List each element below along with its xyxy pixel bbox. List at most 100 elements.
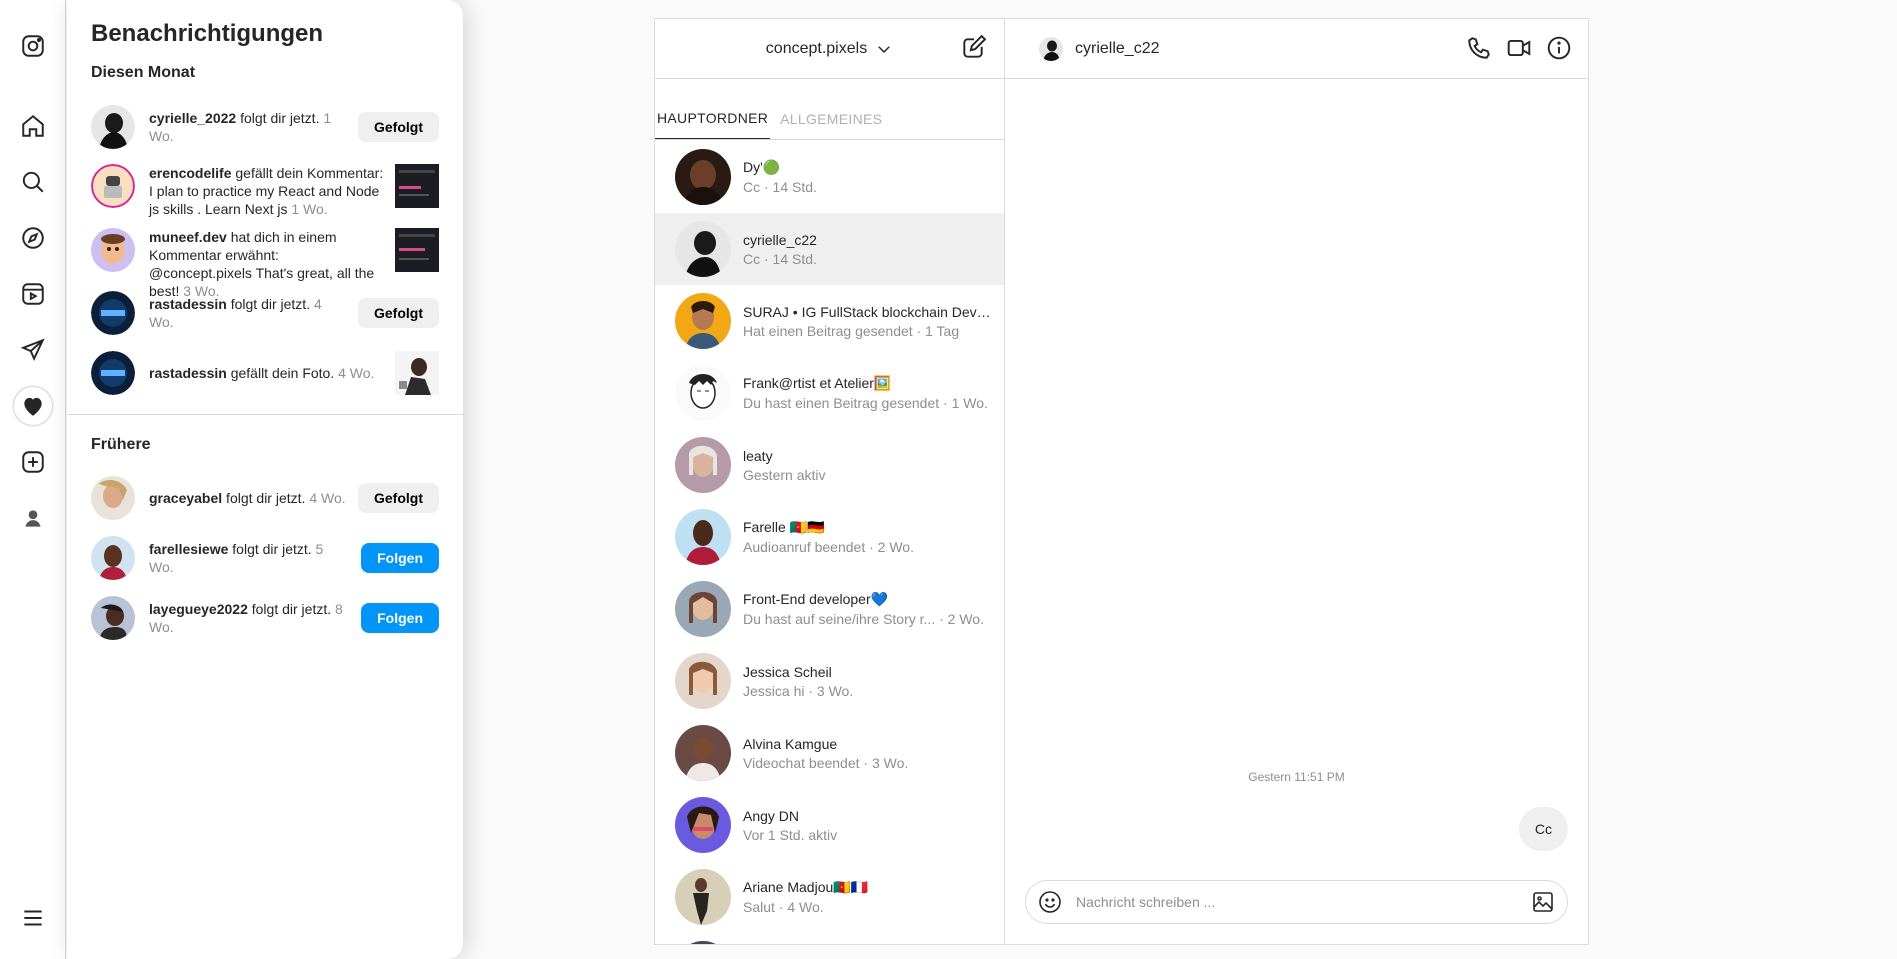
notifications-panel: Benachrichtigungen Diesen Monat cyrielle… bbox=[67, 0, 463, 959]
avatar[interactable] bbox=[91, 105, 135, 149]
username-link[interactable]: graceyabel bbox=[149, 490, 222, 506]
this-month-heading: Diesen Monat bbox=[91, 64, 196, 81]
post-thumbnail[interactable] bbox=[395, 164, 439, 208]
username-link[interactable]: farellesiewe bbox=[149, 541, 228, 557]
notifications-heart-icon[interactable] bbox=[13, 386, 53, 426]
direct-messages-icon[interactable] bbox=[13, 330, 53, 370]
notification-text: farellesiewe folgt dir jetzt. 5 Wo. bbox=[149, 540, 351, 576]
conversation-item[interactable]: Frank@rtist et Atelier🖼️ Du hast einen Be… bbox=[655, 357, 1004, 429]
search-icon[interactable] bbox=[13, 162, 53, 202]
notification-item[interactable]: farellesiewe folgt dir jetzt. 5 Wo. Folg… bbox=[91, 536, 439, 580]
notification-message: folgt dir jetzt. bbox=[228, 541, 316, 557]
username-link[interactable]: rastadessin bbox=[149, 365, 227, 381]
conversation-preview: Du hast auf seine/ihre Story r... · 2 Wo… bbox=[743, 611, 984, 627]
chevron-down-icon bbox=[878, 45, 890, 53]
tab-primary[interactable]: HAUPTORDNER bbox=[655, 110, 771, 139]
username-link[interactable]: rastadessin bbox=[149, 296, 227, 312]
follow-button[interactable]: Folgen bbox=[361, 603, 439, 633]
folder-tabs: HAUPTORDNER ALLGEMEINES bbox=[655, 79, 1004, 140]
section-divider bbox=[67, 414, 463, 415]
username-link[interactable]: layegueye2022 bbox=[149, 601, 248, 617]
avatar bbox=[675, 509, 731, 565]
conversation-name: Jessica Scheil bbox=[743, 663, 832, 680]
image-upload-icon[interactable] bbox=[1531, 890, 1555, 914]
conversation-item[interactable]: Dy'🟢 Cc · 14 Std. bbox=[655, 141, 1004, 213]
notification-item[interactable]: cyrielle_2022 folgt dir jetzt. 1 Wo. Gef… bbox=[91, 105, 439, 149]
avatar bbox=[675, 365, 731, 421]
notification-text: rastadessin gefällt dein Foto. 4 Wo. bbox=[149, 364, 385, 382]
menu-icon[interactable] bbox=[13, 898, 53, 938]
notification-text: rastadessin folgt dir jetzt. 4 Wo. bbox=[149, 295, 348, 331]
post-thumbnail[interactable] bbox=[395, 228, 439, 272]
account-switcher[interactable]: concept.pixels bbox=[766, 40, 893, 58]
avatar bbox=[675, 653, 731, 709]
following-button[interactable]: Gefolgt bbox=[358, 298, 439, 328]
phone-icon[interactable] bbox=[1466, 35, 1492, 61]
message-bubble[interactable]: Cc bbox=[1518, 807, 1568, 851]
conversation-preview: Vor 1 Std. aktiv bbox=[743, 826, 838, 843]
notification-message: folgt dir jetzt. bbox=[222, 490, 310, 506]
notification-message: folgt dir jetzt. bbox=[247, 601, 336, 617]
message-input[interactable] bbox=[1076, 894, 1531, 910]
conversation-preview: Cc · 14 Std. bbox=[743, 179, 817, 195]
reels-icon[interactable] bbox=[13, 274, 53, 314]
conversation-item[interactable]: Front-End developer💙 Du hast auf seine/ih… bbox=[655, 573, 1004, 645]
conversation-item[interactable]: cyrielle_c22 Cc · 14 Std. bbox=[655, 213, 1004, 285]
avatar bbox=[675, 437, 731, 493]
chat-partner-name[interactable]: cyrielle_c22 bbox=[1075, 40, 1159, 58]
username-link[interactable]: erencodelife bbox=[149, 165, 231, 181]
avatar[interactable] bbox=[1039, 36, 1063, 61]
conversation-item[interactable]: Farelle 🇨🇲🇩🇪 Audioanruf beendet · 2 Wo. bbox=[655, 501, 1004, 573]
avatar bbox=[675, 869, 731, 925]
home-icon[interactable] bbox=[13, 106, 53, 146]
new-message-icon[interactable] bbox=[960, 35, 986, 61]
follow-button[interactable]: Folgen bbox=[361, 543, 439, 573]
notification-message: folgt dir jetzt. bbox=[236, 110, 324, 126]
video-call-icon[interactable] bbox=[1506, 35, 1532, 61]
tab-general[interactable]: ALLGEMEINES bbox=[778, 111, 884, 139]
emoji-icon[interactable] bbox=[1038, 890, 1062, 914]
message-composer bbox=[1025, 880, 1568, 924]
conversation-item[interactable]: leaty Gestern aktiv bbox=[655, 429, 1004, 501]
avatar[interactable] bbox=[91, 228, 135, 272]
create-icon[interactable] bbox=[13, 442, 53, 482]
conversation-preview: Salut · 4 Wo. bbox=[743, 899, 824, 915]
notification-item[interactable]: erencodelife gefällt dein Kommentar: I p… bbox=[91, 164, 439, 218]
chat-header: cyrielle_c22 bbox=[1005, 19, 1588, 79]
conversation-item[interactable] bbox=[655, 933, 1004, 944]
notification-item[interactable]: rastadessin folgt dir jetzt. 4 Wo. Gefol… bbox=[91, 291, 439, 335]
info-icon[interactable] bbox=[1546, 35, 1572, 61]
post-thumbnail[interactable] bbox=[395, 351, 439, 395]
avatar[interactable] bbox=[91, 291, 135, 335]
following-button[interactable]: Gefolgt bbox=[358, 483, 439, 513]
avatar[interactable] bbox=[91, 164, 135, 208]
left-navigation-rail bbox=[0, 0, 66, 959]
earlier-heading: Frühere bbox=[91, 436, 151, 453]
conversation-item[interactable]: Angy DN Vor 1 Std. aktiv bbox=[655, 789, 1004, 861]
username-link[interactable]: muneef.dev bbox=[149, 229, 227, 245]
profile-avatar[interactable] bbox=[13, 498, 53, 538]
notification-item[interactable]: layegueye2022 folgt dir jetzt. 8 Wo. Fol… bbox=[91, 596, 439, 640]
notification-item[interactable]: graceyabel folgt dir jetzt. 4 Wo. Gefolg… bbox=[91, 476, 439, 520]
conversation-item[interactable]: Ariane Madjou🇨🇲🇫🇷 Salut · 4 Wo. bbox=[655, 861, 1004, 933]
avatar[interactable] bbox=[91, 536, 135, 580]
instagram-logo-icon[interactable] bbox=[13, 26, 53, 66]
conversation-item[interactable]: Alvina Kamgue Videochat beendet · 3 Wo. bbox=[655, 717, 1004, 789]
notification-text: graceyabel folgt dir jetzt. 4 Wo. bbox=[149, 489, 348, 507]
avatar bbox=[675, 941, 731, 944]
message-timestamp: Gestern 11:51 PM bbox=[1248, 770, 1345, 784]
following-button[interactable]: Gefolgt bbox=[358, 112, 439, 142]
conversation-name: SURAJ • IG FullStack blockchain Devel... bbox=[743, 303, 993, 320]
conversation-item[interactable]: SURAJ • IG FullStack blockchain Devel...… bbox=[655, 285, 1004, 357]
avatar[interactable] bbox=[91, 351, 135, 395]
notification-text: cyrielle_2022 folgt dir jetzt. 1 Wo. bbox=[149, 109, 348, 145]
avatar[interactable] bbox=[91, 476, 135, 520]
avatar[interactable] bbox=[91, 596, 135, 640]
conversation-item[interactable]: Jessica Scheil Jessica hi · 3 Wo. bbox=[655, 645, 1004, 717]
username-link[interactable]: cyrielle_2022 bbox=[149, 110, 236, 126]
notification-item[interactable]: muneef.dev hat dich in einem Kommentar e… bbox=[91, 228, 439, 300]
conversation-name: Frank@rtist et Atelier🖼️ bbox=[743, 375, 892, 391]
notification-item[interactable]: rastadessin gefällt dein Foto. 4 Wo. bbox=[91, 351, 439, 395]
conversation-preview: Du hast einen Beitrag gesendet · 1 Wo. bbox=[743, 395, 988, 411]
explore-icon[interactable] bbox=[13, 218, 53, 258]
